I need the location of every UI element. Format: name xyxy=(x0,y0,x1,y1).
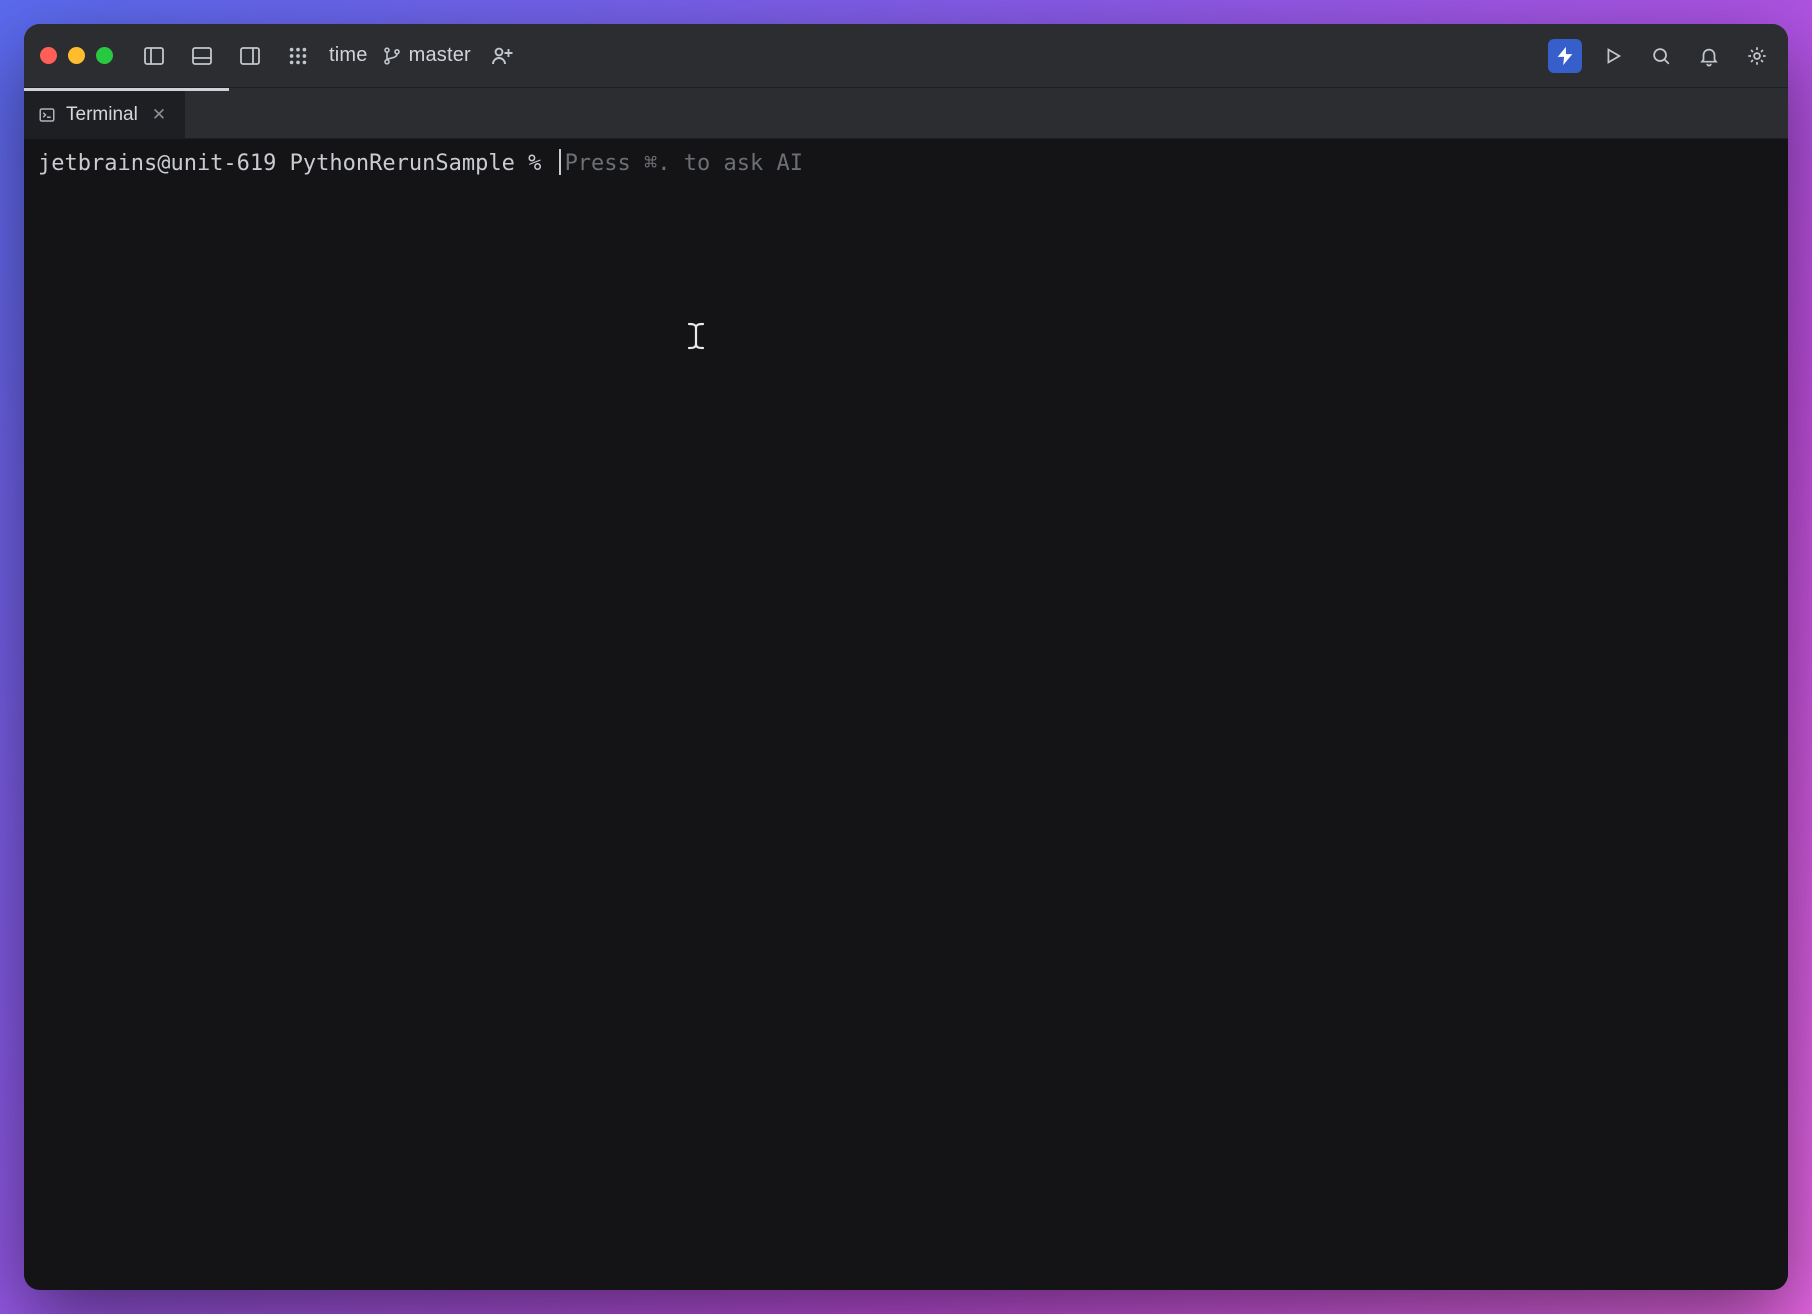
vcs-branch-widget[interactable]: master xyxy=(382,44,471,67)
bell-icon xyxy=(1698,45,1720,67)
run-button[interactable] xyxy=(1596,39,1630,73)
search-icon xyxy=(1650,45,1672,67)
code-with-me-button[interactable] xyxy=(485,39,519,73)
apps-grid-button[interactable] xyxy=(281,39,315,73)
toolbar: time master xyxy=(24,24,1788,88)
minimize-window-button[interactable] xyxy=(68,47,85,64)
notifications-button[interactable] xyxy=(1692,39,1726,73)
tab-label: Terminal xyxy=(66,104,138,126)
tab-close-button[interactable]: ✕ xyxy=(152,105,166,125)
project-name-label[interactable]: time xyxy=(329,44,368,67)
settings-button[interactable] xyxy=(1740,39,1774,73)
terminal-prompt-line: jetbrains@unit-619 PythonRerunSample % P… xyxy=(38,149,1774,179)
left-sidebar-toggle[interactable] xyxy=(137,39,171,73)
search-button[interactable] xyxy=(1644,39,1678,73)
app-window: time master xyxy=(24,24,1788,1290)
bottom-panel-toggle[interactable] xyxy=(185,39,219,73)
branch-name-label: master xyxy=(409,44,471,67)
traffic-lights xyxy=(40,47,113,64)
terminal-caret xyxy=(559,149,561,175)
terminal-icon xyxy=(38,106,56,124)
terminal-prompt: jetbrains@unit-619 PythonRerunSample % xyxy=(38,149,555,179)
ai-assistant-button[interactable] xyxy=(1548,39,1582,73)
gear-icon xyxy=(1746,45,1768,67)
right-sidebar-toggle[interactable] xyxy=(233,39,267,73)
editor-tabstrip: Terminal ✕ xyxy=(24,91,1788,139)
text-cursor-icon xyxy=(685,321,707,351)
branch-icon xyxy=(382,46,402,66)
zoom-window-button[interactable] xyxy=(96,47,113,64)
terminal-ai-hint: Press ⌘. to ask AI xyxy=(565,149,803,179)
terminal-panel[interactable]: jetbrains@unit-619 PythonRerunSample % P… xyxy=(24,139,1788,1290)
tab-terminal[interactable]: Terminal ✕ xyxy=(24,91,185,138)
close-window-button[interactable] xyxy=(40,47,57,64)
ai-bolt-icon xyxy=(1554,45,1576,67)
play-icon xyxy=(1602,45,1624,67)
